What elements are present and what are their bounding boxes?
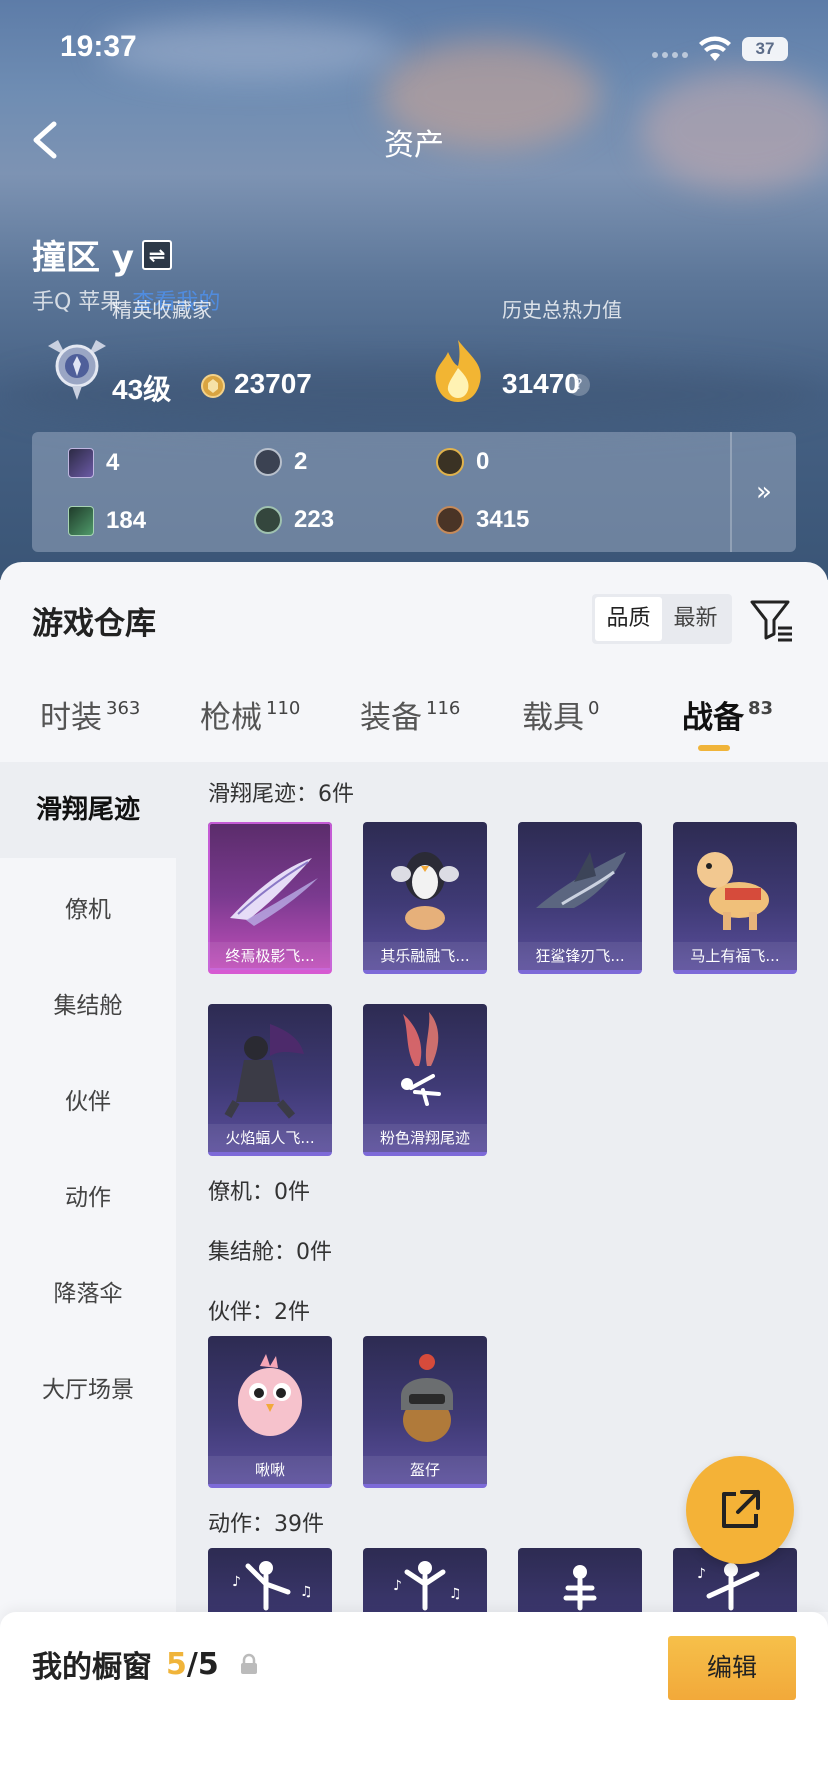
showcase-bar: 我的橱窗 5 /5 编辑 — [0, 1612, 828, 1792]
stat-item: 4 — [68, 448, 119, 478]
sort-quality-button[interactable]: 品质 — [595, 597, 662, 641]
stat-item: 184 — [68, 506, 146, 536]
svg-text:♪: ♪ — [232, 1574, 241, 1590]
user-name: 撞区 y — [32, 238, 134, 278]
sidebar-item-trail[interactable]: 滑翔尾迹 — [0, 762, 176, 858]
stat-item: 3415 — [436, 506, 529, 534]
filter-icon[interactable] — [750, 598, 794, 642]
helmet-buddy-icon — [401, 1354, 453, 1442]
item-card[interactable]: 啾啾 — [208, 1336, 332, 1488]
category-tabs: 时装 363 枪械 110 装备 116 载具 0 战备 83 — [0, 692, 828, 762]
item-card[interactable]: ♪ ♫ — [208, 1548, 332, 1612]
feather-trail-icon — [230, 858, 318, 926]
item-card[interactable]: 火焰蝠人飞... — [208, 1004, 332, 1156]
clock: 19:37 — [60, 30, 137, 63]
item-card[interactable]: 狂鲨锋刃飞... — [518, 822, 642, 974]
badge-grey-icon — [254, 448, 282, 476]
dance-emote-icon: ♪ ♫ — [232, 1561, 313, 1611]
svg-text:♪: ♪ — [393, 1578, 402, 1594]
dance-emote-icon: ♪ ♫ — [393, 1561, 462, 1611]
shark-trail-icon — [536, 852, 626, 908]
stat-item: 223 — [254, 506, 334, 534]
subcategory-sidebar: 滑翔尾迹 僚机 集结舱 伙伴 动作 降落伞 大厅场景 — [0, 762, 176, 1612]
help-icon[interactable]: ? — [568, 374, 590, 396]
stat-item: 2 — [254, 448, 307, 476]
coin-count: 23707 — [234, 368, 312, 399]
stats-panel: 4 2 0 184 223 3415 » — [32, 432, 796, 552]
platform-label: 手Q 苹果 — [32, 290, 123, 315]
warehouse-title: 游戏仓库 — [32, 606, 156, 642]
sidebar-item-emote[interactable]: 动作 — [0, 1176, 176, 1220]
switch-account-icon[interactable]: ⇌ — [142, 239, 172, 270]
svg-text:♫: ♫ — [300, 1584, 313, 1600]
item-card[interactable] — [518, 1548, 642, 1612]
user-name-row: 撞区 y ⇌ — [32, 230, 172, 279]
active-tab-indicator — [698, 745, 730, 751]
sidebar-item-lobby[interactable]: 大厅场景 — [0, 1368, 176, 1412]
share-button[interactable] — [686, 1456, 794, 1564]
wifi-icon — [699, 36, 731, 61]
collector-medal-icon — [48, 340, 106, 400]
heat-flame-icon — [435, 340, 481, 402]
svg-text:♫: ♫ — [449, 1586, 462, 1602]
sort-newest-button[interactable]: 最新 — [662, 597, 729, 641]
badge-bronze-icon — [436, 506, 464, 534]
horse-trail-icon — [697, 852, 769, 930]
sort-toggle: 品质 最新 — [592, 594, 732, 644]
cellular-signal-icon — [652, 52, 688, 58]
item-card[interactable]: 粉色滑翔尾迹 — [363, 1004, 487, 1156]
expand-stats-icon[interactable]: » — [732, 432, 796, 552]
badge-gold-icon — [436, 448, 464, 476]
sidebar-item-buddy[interactable]: 伙伴 — [0, 1080, 176, 1124]
stat-item: 0 — [436, 448, 489, 476]
item-card[interactable]: 终焉极影飞... — [208, 822, 332, 974]
item-card[interactable]: ♪ ♫ — [363, 1548, 487, 1612]
status-bar: 19:37 37 — [0, 0, 828, 100]
item-card[interactable]: 盔仔 — [363, 1336, 487, 1488]
batman-trail-icon — [224, 1024, 304, 1119]
badge-green-icon — [254, 506, 282, 534]
tab-weapons[interactable]: 枪械 110 — [200, 692, 300, 737]
section-header-wingman: 僚机：0件 — [208, 1180, 310, 1205]
tab-equipment[interactable]: 装备 116 — [360, 692, 460, 737]
tab-readiness[interactable]: 战备 83 — [682, 692, 773, 737]
showcase-total: /5 — [186, 1646, 219, 1682]
pink-smoke-trail-icon — [401, 1012, 441, 1106]
tab-vehicles[interactable]: 载具 0 — [522, 692, 599, 737]
svg-text:♪: ♪ — [697, 1566, 706, 1582]
chick-buddy-icon — [238, 1354, 302, 1436]
card-purple-icon — [68, 448, 94, 478]
card-green-icon — [68, 506, 94, 536]
item-card[interactable]: 其乐融融飞... — [363, 822, 487, 974]
item-card[interactable]: 马上有福飞... — [673, 822, 797, 974]
sidebar-item-parachute[interactable]: 降落伞 — [0, 1272, 176, 1316]
battery-indicator: 37 — [742, 37, 788, 61]
section-header-trail: 滑翔尾迹：6件 — [208, 782, 354, 807]
coin-icon — [201, 374, 225, 398]
sidebar-item-wingman[interactable]: 僚机 — [0, 888, 176, 932]
collector-title: 精英收藏家 — [112, 298, 212, 322]
profile-hero: 19:37 37 资产 撞区 y ⇌ 手Q 苹果 查看我的 精英收藏家 43级 … — [0, 0, 828, 580]
heat-label: 历史总热力值 — [502, 298, 622, 322]
sidebar-item-pod[interactable]: 集结舱 — [0, 984, 176, 1028]
tab-fashion[interactable]: 时装 363 — [40, 692, 140, 737]
dance-emote-icon — [563, 1565, 597, 1611]
section-header-buddy: 伙伴：2件 — [208, 1300, 310, 1325]
penguin-trail-icon — [391, 852, 459, 930]
page-title: 资产 — [384, 128, 444, 163]
asset-page: { "status_bar": {"time": "19:37", "batte… — [0, 0, 828, 1792]
edit-button[interactable]: 编辑 — [668, 1636, 796, 1700]
collector-level: 43级 — [112, 374, 172, 405]
section-header-emote: 动作：39件 — [208, 1512, 324, 1537]
showcase-title: 我的橱窗 5 /5 — [32, 1642, 259, 1686]
lock-icon — [240, 1653, 257, 1674]
share-external-icon — [722, 1490, 760, 1528]
showcase-count: 5 — [166, 1646, 187, 1682]
section-header-pod: 集结舱：0件 — [208, 1240, 332, 1265]
